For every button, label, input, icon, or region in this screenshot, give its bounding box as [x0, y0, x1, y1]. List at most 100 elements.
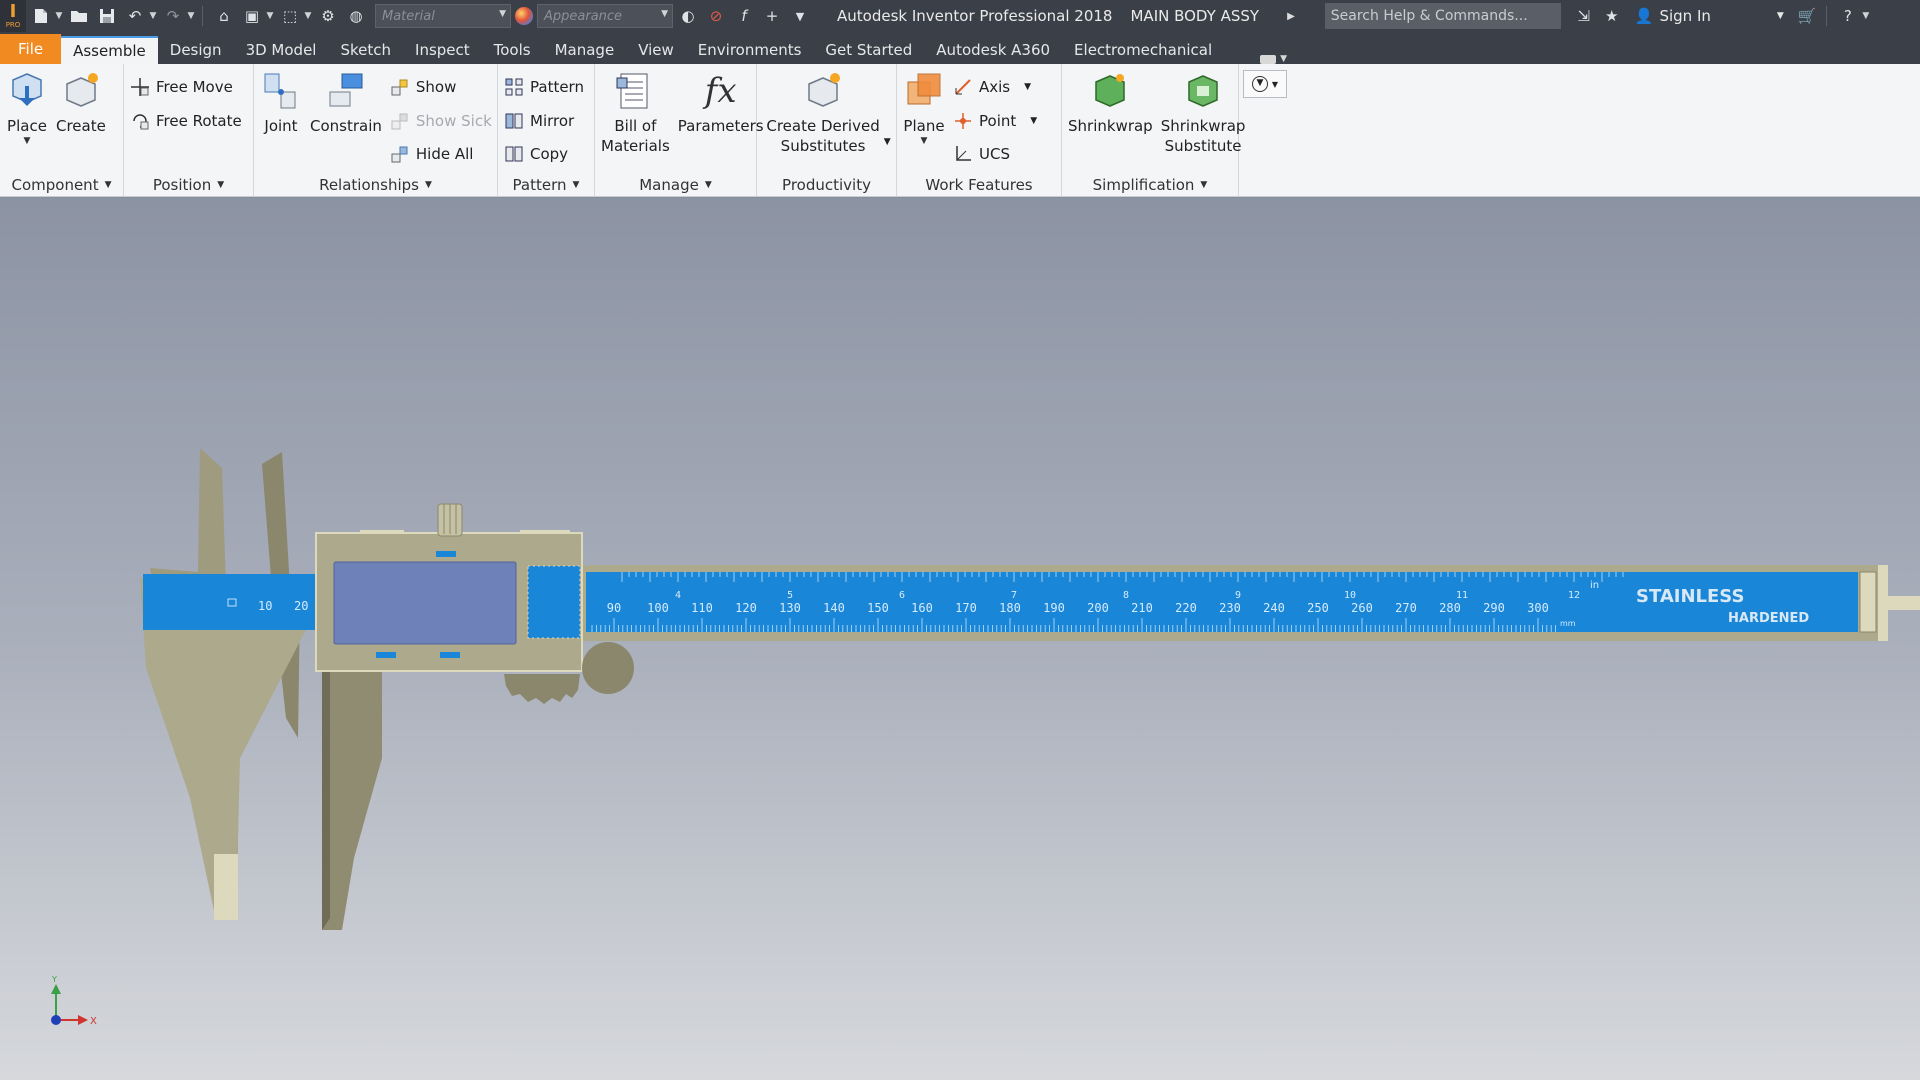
constrain-button[interactable]: Constrain	[306, 68, 386, 171]
tab-autodesk-a360[interactable]: Autodesk A360	[924, 36, 1062, 64]
panel-title-pattern[interactable]: Pattern ▼	[498, 173, 594, 197]
tab-tools[interactable]: Tools	[482, 36, 543, 64]
adjust-appearance-icon[interactable]: ◐	[675, 3, 701, 29]
favorites-star-icon[interactable]: ★	[1599, 3, 1625, 29]
parameters-label: Parameters	[677, 117, 764, 135]
mirror-button[interactable]: Mirror	[504, 104, 584, 138]
free-rotate-icon	[130, 111, 150, 131]
shrinkwrap-button[interactable]: Shrinkwrap	[1064, 68, 1157, 171]
home-icon[interactable]: ⌂	[211, 3, 237, 29]
copy-button[interactable]: Copy	[504, 137, 584, 171]
undo-icon[interactable]: ↶	[122, 3, 148, 29]
tab-electromechanical[interactable]: Electromechanical	[1062, 36, 1224, 64]
button-right[interactable]	[440, 652, 460, 658]
tab-get-started[interactable]: Get Started	[813, 36, 924, 64]
communication-center-icon[interactable]: ⇲	[1571, 3, 1597, 29]
mm-label: 300	[1527, 601, 1549, 615]
point-dropdown-icon[interactable]: ▼	[1030, 116, 1037, 126]
axis-dropdown-icon[interactable]: ▼	[1024, 82, 1031, 92]
tab-assemble[interactable]: Assemble	[61, 36, 158, 64]
select-dropdown-icon[interactable]: ▼	[303, 11, 313, 21]
function-icon[interactable]: f	[731, 3, 757, 29]
gear-icon[interactable]: ⚙	[315, 3, 341, 29]
appearance-dropdown[interactable]: Appearance ▼	[537, 4, 673, 28]
update-icon[interactable]: ▣	[239, 3, 265, 29]
tab-inspect[interactable]: Inspect	[403, 36, 482, 64]
create-button[interactable]: Create	[52, 68, 110, 171]
mm-label: 140	[823, 601, 845, 615]
undo-dropdown-icon[interactable]: ▼	[148, 11, 158, 21]
help-icon[interactable]: ?	[1835, 3, 1861, 29]
button-left[interactable]	[376, 652, 396, 658]
separator	[1825, 6, 1827, 26]
point-button[interactable]: Point ▼	[953, 104, 1037, 138]
redo-dropdown-icon[interactable]: ▼	[186, 11, 196, 21]
plus-icon[interactable]: +	[759, 3, 785, 29]
graphics-viewport[interactable]: 10 20 90 100 110 120 130 140 150 160 170 180 190 20…	[0, 198, 1920, 1080]
thumb-wheel[interactable]	[504, 674, 580, 704]
plane-dropdown-icon[interactable]: ▼	[921, 136, 928, 146]
ucs-button[interactable]: UCS	[953, 137, 1037, 171]
hide-all-button[interactable]: Hide All	[390, 137, 492, 171]
tab-sketch[interactable]: Sketch	[328, 36, 403, 64]
redo-icon[interactable]: ↷	[160, 3, 186, 29]
axis-button[interactable]: Axis ▼	[953, 70, 1037, 104]
tab-design[interactable]: Design	[158, 36, 234, 64]
sign-in-button[interactable]: 👤 Sign In	[1635, 7, 1711, 25]
bill-of-materials-button[interactable]: Bill of Materials	[597, 68, 674, 171]
sign-in-label: Sign In	[1659, 7, 1711, 25]
plane-button[interactable]: Plane ▼	[899, 68, 949, 171]
save-icon[interactable]	[94, 3, 120, 29]
update-dropdown-icon[interactable]: ▼	[265, 11, 275, 21]
inch-label: 4	[675, 590, 681, 601]
create-derived-substitutes-button[interactable]: Create Derived Substitutes	[762, 68, 883, 171]
parameters-button[interactable]: fx Parameters	[674, 68, 768, 171]
shrinkwrap-substitute-button[interactable]: Shrinkwrap Substitute	[1157, 68, 1250, 171]
panel-title-relationships[interactable]: Relationships ▼	[254, 173, 497, 197]
material-dropdown[interactable]: Material ▼	[375, 4, 511, 28]
cds-dropdown-icon[interactable]: ▼	[884, 137, 891, 147]
panel-title-component[interactable]: Component ▼	[0, 173, 123, 197]
new-file-icon[interactable]	[28, 3, 54, 29]
app-logo[interactable]: I PRO	[0, 0, 26, 32]
cds-label-line2: Substitutes	[780, 137, 866, 155]
tab-environments[interactable]: Environments	[686, 36, 814, 64]
new-dropdown-icon[interactable]: ▼	[54, 11, 64, 21]
show-button[interactable]: Show	[390, 70, 492, 104]
sign-in-dropdown-icon[interactable]: ▼	[1777, 11, 1784, 21]
panel-title-manage[interactable]: Manage ▼	[595, 173, 756, 197]
tab-manage[interactable]: Manage	[543, 36, 627, 64]
thumb-roller[interactable]	[582, 642, 634, 694]
button-top[interactable]	[436, 551, 456, 557]
place-button[interactable]: Place ▼	[2, 68, 52, 171]
open-folder-icon[interactable]	[66, 3, 92, 29]
cart-icon[interactable]: 🛒	[1794, 3, 1820, 29]
mm-label: 260	[1351, 601, 1373, 615]
appearance-ball-icon	[515, 7, 533, 25]
expand-arrow-icon[interactable]: ▶	[1287, 11, 1295, 22]
tab-view[interactable]: View	[626, 36, 686, 64]
search-input[interactable]: Search Help & Commands...	[1324, 3, 1561, 29]
create-label: Create	[56, 117, 106, 135]
search-placeholder: Search Help & Commands...	[1330, 8, 1528, 24]
place-dropdown-icon[interactable]: ▼	[24, 136, 31, 146]
select-filter-icon[interactable]: ⬚	[277, 3, 303, 29]
panel-title-position[interactable]: Position ▼	[124, 173, 253, 197]
customize-qat-icon[interactable]: ▼	[787, 3, 813, 29]
joint-button[interactable]: Joint	[256, 68, 306, 171]
ribbon-options-button[interactable]: ▼ ▼	[1243, 70, 1287, 98]
clear-appearance-icon[interactable]: ⊘	[703, 3, 729, 29]
axis-label: Axis	[979, 77, 1011, 96]
free-rotate-button[interactable]: Free Rotate	[130, 104, 242, 138]
ribbon-display-toggle[interactable]: ▼	[1260, 54, 1287, 64]
tab-file[interactable]: File	[0, 34, 62, 64]
show-sick-button[interactable]: Show Sick	[390, 104, 492, 138]
panel-title-simplification[interactable]: Simplification ▼	[1062, 173, 1238, 197]
free-move-icon	[130, 77, 150, 97]
free-move-button[interactable]: Free Move	[130, 70, 242, 104]
caliper-model[interactable]: 10 20 90 100 110 120 130 140 150 160 170 180 190 20…	[0, 198, 1920, 1080]
globe-icon[interactable]: ◍	[343, 3, 369, 29]
tab-3d-model[interactable]: 3D Model	[234, 36, 329, 64]
help-dropdown-icon[interactable]: ▼	[1861, 11, 1871, 21]
pattern-button[interactable]: Pattern	[504, 70, 584, 104]
